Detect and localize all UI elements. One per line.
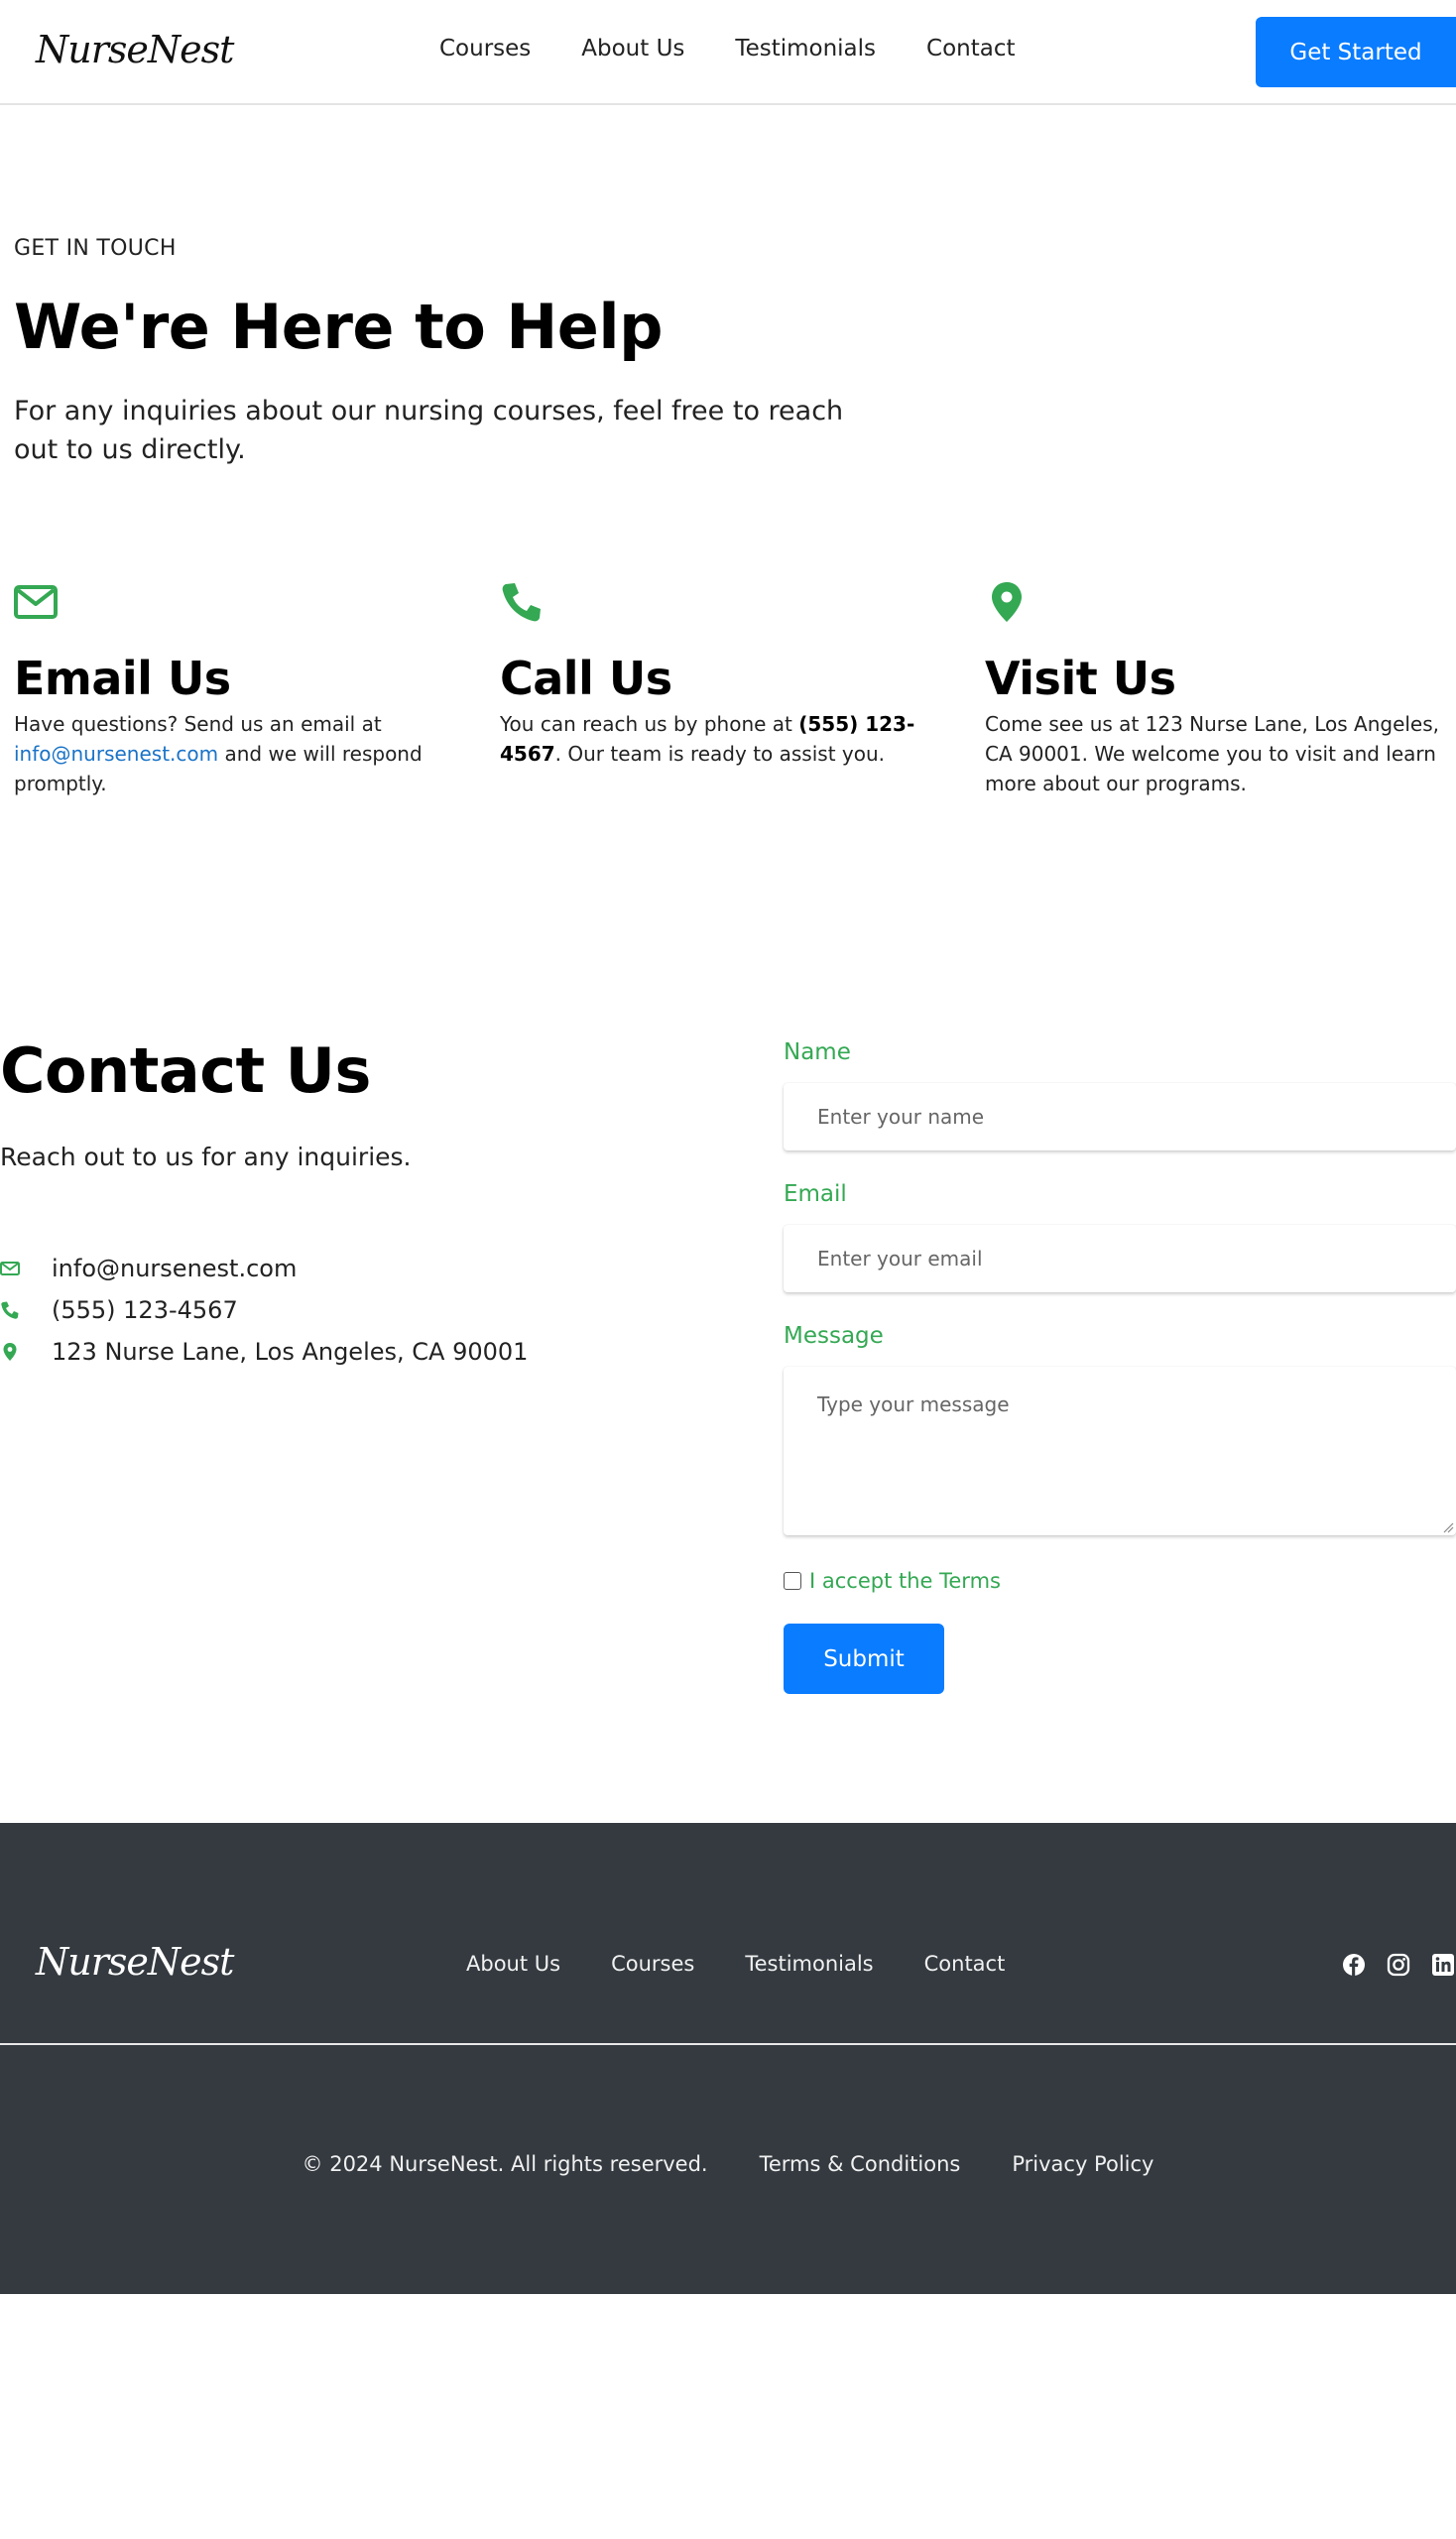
nav-link-testimonials[interactable]: Testimonials xyxy=(735,36,876,61)
name-label: Name xyxy=(784,1039,851,1065)
terms-link[interactable]: Terms & Conditions xyxy=(760,2152,961,2176)
contact-email[interactable]: info@nursenest.com xyxy=(52,1255,297,1282)
message-label: Message xyxy=(784,1323,884,1349)
nav-link-about-us[interactable]: About Us xyxy=(581,36,684,61)
contact-address: 123 Nurse Lane, Los Angeles, CA 90001 xyxy=(52,1338,529,1366)
footer-link-contact[interactable]: Contact xyxy=(924,1952,1006,1976)
phone-icon xyxy=(1,1301,19,1319)
contact-phone[interactable]: (555) 123-4567 xyxy=(52,1296,238,1324)
privacy-link[interactable]: Privacy Policy xyxy=(1012,2152,1153,2176)
footer-logo[interactable]: NurseNest xyxy=(36,1940,234,1984)
nav-link-courses[interactable]: Courses xyxy=(439,36,531,61)
main-nav: Courses About Us Testimonials Contact xyxy=(439,36,1066,61)
info-call-title: Call Us xyxy=(500,652,672,705)
info-card-call: Call Us You can reach us by phone at (55… xyxy=(500,580,966,769)
info-card-visit: Visit Us Come see us at 123 Nurse Lane, … xyxy=(985,580,1451,798)
resize-handle-icon[interactable] xyxy=(1442,1521,1454,1533)
map-pin-icon xyxy=(992,582,1022,622)
info-email-text: Have questions? Send us an email at info… xyxy=(14,712,423,795)
envelope-icon xyxy=(0,1262,20,1275)
message-placeholder: Type your message xyxy=(817,1392,1010,1416)
hero-eyebrow: GET IN TOUCH xyxy=(14,236,177,261)
hero-title: We're Here to Help xyxy=(14,291,663,363)
info-visit-title: Visit Us xyxy=(985,652,1176,705)
contact-subtitle: Reach out to us for any inquiries. xyxy=(0,1143,412,1171)
get-started-button[interactable]: Get Started xyxy=(1256,17,1456,87)
contact-details: info@nursenest.com (555) 123-4567 123 Nu… xyxy=(0,1248,528,1373)
hero-subtitle: For any inquiries about our nursing cour… xyxy=(14,396,844,465)
footer-link-about-us[interactable]: About Us xyxy=(466,1952,560,1976)
footer-divider xyxy=(0,2043,1456,2045)
terms-row: I accept the Terms xyxy=(784,1569,1456,1593)
info-call-text: You can reach us by phone at (555) 123-4… xyxy=(500,712,915,766)
map-pin-icon xyxy=(3,1343,17,1361)
name-input[interactable]: Enter your name xyxy=(784,1083,1456,1150)
instagram-icon[interactable] xyxy=(1386,1952,1411,1978)
footer-nav: About Us Courses Testimonials Contact xyxy=(466,1952,1055,1976)
email-input[interactable]: Enter your email xyxy=(784,1225,1456,1292)
contact-email-row: info@nursenest.com xyxy=(0,1248,528,1289)
email-label: Email xyxy=(784,1181,847,1207)
email-link[interactable]: info@nursenest.com xyxy=(14,742,218,766)
contact-form: Name Enter your name Email Enter your em… xyxy=(784,1039,1456,1694)
footer-bottom: © 2024 NurseNest. All rights reserved. T… xyxy=(0,2152,1456,2176)
footer-link-testimonials[interactable]: Testimonials xyxy=(745,1952,873,1976)
info-email-title: Email Us xyxy=(14,652,231,705)
brand-logo[interactable]: NurseNest xyxy=(36,28,234,71)
facebook-icon[interactable] xyxy=(1341,1952,1367,1978)
footer-link-courses[interactable]: Courses xyxy=(611,1952,694,1976)
site-header: NurseNest Courses About Us Testimonials … xyxy=(0,0,1456,105)
phone-icon xyxy=(502,583,541,622)
nav-link-contact[interactable]: Contact xyxy=(926,36,1015,61)
linkedin-icon[interactable] xyxy=(1430,1952,1456,1978)
info-visit-text: Come see us at 123 Nurse Lane, Los Angel… xyxy=(985,712,1440,795)
message-textarea[interactable]: Type your message xyxy=(784,1367,1456,1535)
submit-button[interactable]: Submit xyxy=(784,1624,944,1694)
contact-title: Contact Us xyxy=(0,1034,371,1107)
contact-phone-row: (555) 123-4567 xyxy=(0,1289,528,1331)
terms-label[interactable]: I accept the Terms xyxy=(809,1569,1001,1593)
site-footer: NurseNest About Us Courses Testimonials … xyxy=(0,1823,1456,2294)
contact-address-row: 123 Nurse Lane, Los Angeles, CA 90001 xyxy=(0,1331,528,1373)
copyright-text: © 2024 NurseNest. All rights reserved. xyxy=(302,2152,708,2176)
terms-checkbox[interactable] xyxy=(784,1572,801,1590)
social-links xyxy=(1341,1952,1456,1978)
info-card-email: Email Us Have questions? Send us an emai… xyxy=(14,580,480,798)
envelope-icon xyxy=(14,585,58,619)
